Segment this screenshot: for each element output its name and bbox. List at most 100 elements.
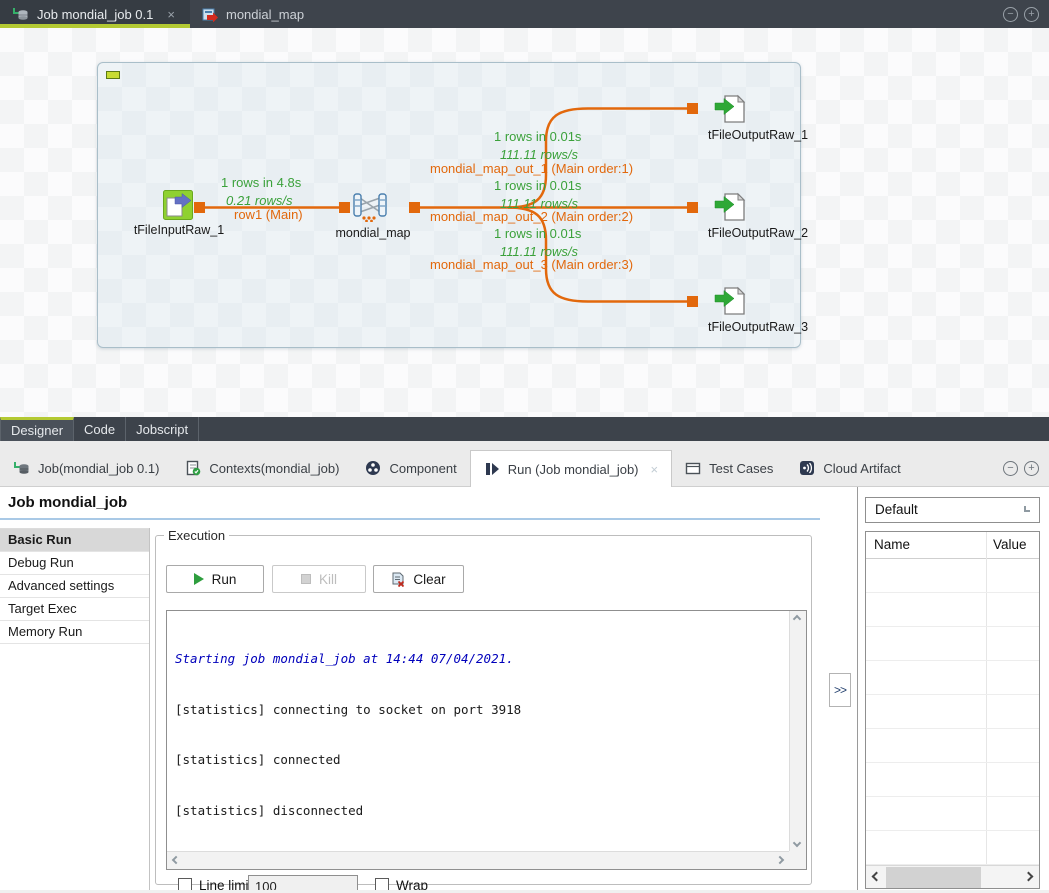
component-label[interactable]: tFileInputRaw_1 [98, 223, 260, 237]
tab-jobscript[interactable]: Jobscript [126, 417, 199, 441]
minimize-view-icon[interactable]: − [1003, 7, 1018, 22]
tab-label: Run (Job mondial_job) [508, 462, 639, 477]
dropdown-chevron-box[interactable] [1019, 498, 1039, 522]
tab-run[interactable]: Run (Job mondial_job) × [470, 450, 672, 487]
table-row [866, 627, 1039, 661]
run-button[interactable]: Run [166, 565, 264, 593]
console-output[interactable]: Starting job mondial_job at 14:44 07/04/… [169, 613, 787, 849]
column-header-name[interactable]: Name [874, 537, 910, 552]
scrollbar-corner [789, 851, 806, 869]
sidebar-item-memory-run[interactable]: Memory Run [0, 621, 149, 644]
scroll-right-icon[interactable] [1024, 872, 1034, 882]
component-tfileinputraw-1[interactable] [163, 190, 193, 225]
run-view: Job mondial_job Basic Run Debug Run Adva… [0, 487, 1049, 893]
close-icon[interactable]: × [167, 7, 175, 22]
panel-tabbar: Job(mondial_job 0.1) Contexts(mondial_jo… [0, 441, 1049, 487]
job-canvas[interactable]: tFileInputRaw_1 mondial_map [97, 62, 801, 348]
job-icon [13, 460, 30, 476]
table-row [866, 593, 1039, 627]
clear-button[interactable]: Clear [373, 565, 464, 593]
talend-studio-window: Job mondial_job 0.1 × mondial_map − + [0, 0, 1049, 893]
tab-label: Component [389, 461, 456, 476]
close-icon[interactable]: × [651, 462, 659, 477]
execution-groupbox: Execution Run Kill Clear Starting job [155, 528, 812, 885]
tab-mondial-map[interactable]: mondial_map [190, 0, 316, 28]
tmap-icon [351, 191, 389, 222]
connector-square[interactable] [194, 202, 205, 213]
scroll-left-icon[interactable] [872, 872, 882, 882]
execution-console[interactable]: Starting job mondial_job at 14:44 07/04/… [166, 610, 807, 870]
out3-connection-label[interactable]: mondial_map_out_3 (Main order:3) [430, 257, 633, 272]
run-icon [484, 461, 500, 477]
scrollbar-thumb[interactable] [886, 867, 981, 888]
maximize-view-icon[interactable]: + [1024, 7, 1039, 22]
sidebar-item-basic-run[interactable]: Basic Run [0, 529, 149, 552]
connector-square[interactable] [339, 202, 350, 213]
sidebar-item-debug-run[interactable]: Debug Run [0, 552, 149, 575]
component-tfileoutputraw-3[interactable] [714, 286, 746, 321]
connector-square[interactable] [687, 103, 698, 114]
scroll-up-icon[interactable] [793, 615, 801, 623]
expand-panel-button[interactable]: >> [829, 673, 851, 707]
console-line: [statistics] connected [175, 752, 781, 769]
run-sidebar: Basic Run Debug Run Advanced settings Ta… [0, 528, 149, 644]
component-label[interactable]: tFileOutputRaw_3 [653, 320, 863, 334]
tab-cloud-artifact[interactable]: Cloud Artifact [786, 450, 913, 486]
execution-legend: Execution [164, 528, 229, 543]
sidebar-item-advanced-settings[interactable]: Advanced settings [0, 575, 149, 598]
console-vertical-scrollbar[interactable] [789, 611, 806, 851]
tab-job-panel[interactable]: Job(mondial_job 0.1) [0, 450, 172, 486]
tab-label: Jobscript [136, 422, 188, 437]
clear-icon [391, 572, 405, 587]
tab-label: Cloud Artifact [823, 461, 900, 476]
tab-job-mondial-job[interactable]: Job mondial_job 0.1 × [0, 0, 190, 28]
out2-connection-label[interactable]: mondial_map_out_2 (Main order:2) [430, 209, 633, 224]
connector-square[interactable] [687, 202, 698, 213]
console-horizontal-scrollbar[interactable] [167, 851, 789, 869]
scroll-right-icon[interactable] [776, 856, 784, 864]
component-label[interactable]: mondial_map [293, 226, 453, 240]
connection-wires [98, 63, 802, 349]
row1-rate-stat: 0.21 rows/s [226, 193, 292, 208]
table-row [866, 729, 1039, 763]
context-dropdown[interactable]: Default [865, 497, 1040, 523]
table-row [866, 763, 1039, 797]
table-row [866, 559, 1039, 593]
view-tabbar: Designer Code Jobscript [0, 417, 1049, 441]
component-label[interactable]: tFileOutputRaw_1 [653, 128, 863, 142]
minimize-panel-icon[interactable]: − [1003, 461, 1018, 476]
out1-connection-label[interactable]: mondial_map_out_1 (Main order:1) [430, 161, 633, 176]
component-mondial-map[interactable] [351, 191, 389, 227]
table-row [866, 831, 1039, 865]
tab-designer[interactable]: Designer [0, 417, 74, 441]
design-workspace[interactable]: tFileInputRaw_1 mondial_map [0, 28, 1049, 417]
maximize-panel-icon[interactable]: + [1024, 461, 1039, 476]
console-line: Starting job mondial_job at 14:44 07/04/… [175, 651, 781, 668]
tab-contexts[interactable]: Contexts(mondial_job) [172, 450, 352, 486]
file-input-icon [163, 190, 193, 220]
scroll-down-icon[interactable] [793, 839, 801, 847]
scroll-left-icon[interactable] [172, 856, 180, 864]
connector-square[interactable] [687, 296, 698, 307]
tab-code[interactable]: Code [74, 417, 126, 441]
out2-rows-stat: 1 rows in 0.01s [494, 178, 581, 193]
tab-label: Job mondial_job 0.1 [37, 7, 153, 22]
row1-rows-stat: 1 rows in 4.8s [221, 175, 301, 190]
column-header-value[interactable]: Value [993, 537, 1027, 552]
component-label[interactable]: tFileOutputRaw_2 [653, 226, 863, 240]
test-cases-icon [685, 461, 701, 476]
view-controls: − + [1003, 0, 1049, 28]
kill-button-label: Kill [319, 572, 337, 587]
out1-rate-stat: 111.11 rows/s [500, 147, 578, 162]
tab-test-cases[interactable]: Test Cases [672, 450, 786, 486]
table-horizontal-scrollbar[interactable] [866, 865, 1039, 888]
row1-connection-label[interactable]: row1 (Main) [234, 207, 303, 222]
connector-square[interactable] [409, 202, 420, 213]
sidebar-item-target-exec[interactable]: Target Exec [0, 598, 149, 621]
context-dropdown-value: Default [875, 502, 918, 517]
kill-button[interactable]: Kill [272, 565, 366, 593]
component-tfileoutputraw-2[interactable] [714, 192, 746, 227]
component-tfileoutputraw-1[interactable] [714, 94, 746, 129]
tab-component[interactable]: Component [352, 450, 469, 486]
file-output-icon [714, 192, 746, 222]
